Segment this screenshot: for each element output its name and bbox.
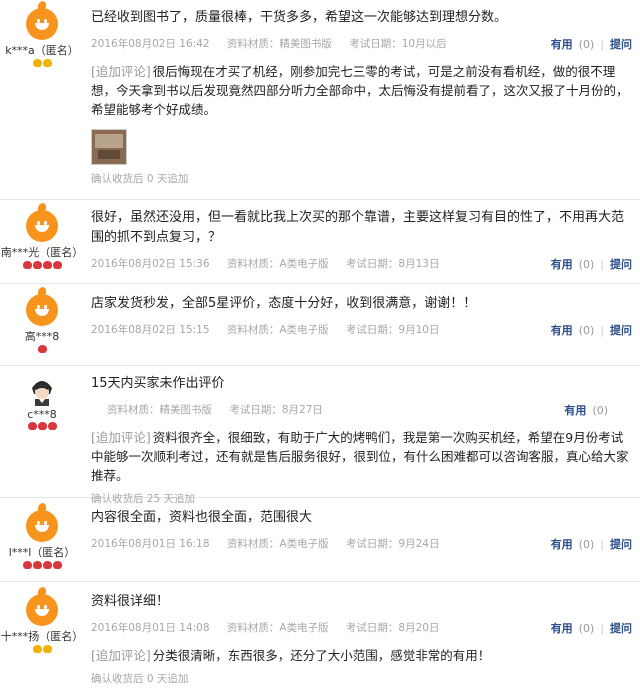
review-date: 2016年08月01日 14:08	[91, 622, 210, 634]
reviewer-block: 高***8	[0, 294, 84, 355]
review-meta: 资料材质：精美图书版 考试日期：8月27日 有用 (0)	[107, 402, 632, 418]
review-item: c***8 15天内买家未作出评价 资料材质：精美图书版 考试日期：8月27日 …	[0, 366, 640, 505]
reviewer-name: k***a（匿名）	[5, 44, 79, 57]
review-text: 很好，虽然还没用，但一看就比我上次买的那个靠谱，主要这样复习有目的性了，不用再大…	[91, 210, 625, 245]
ask-button[interactable]: 提问	[610, 324, 632, 337]
reviewer-level-icon	[0, 59, 84, 69]
avatar[interactable]	[26, 210, 58, 242]
review-date: 2016年08月01日 16:18	[91, 538, 210, 550]
reviewer-level-icon	[0, 561, 84, 571]
useful-button[interactable]: 有用	[564, 404, 586, 417]
reviewer-level-icon	[0, 422, 84, 432]
reviewer-block: 南***光（匿名）	[0, 210, 84, 271]
review-material: 资料材质：精美图书版	[226, 38, 332, 50]
useful-button[interactable]: 有用	[551, 622, 573, 635]
review-text: 15天内买家未作出评价	[91, 376, 225, 391]
reviewer-block: 十***扬（匿名）	[0, 594, 84, 655]
reviewer-level-icon	[0, 261, 84, 271]
reviewer-block: c***8	[0, 374, 84, 432]
useful-count: (0)	[578, 324, 595, 337]
review-material: 资料材质：A类电子版	[226, 538, 329, 550]
review-material: 资料材质：A类电子版	[226, 324, 329, 336]
reviewer-level-icon	[0, 345, 84, 355]
avatar[interactable]	[26, 594, 58, 626]
review-text: 已经收到图书了，质量很棒，干货多多，希望这一次能够达到理想分数。	[91, 10, 508, 25]
appended-text: 资料很齐全，很细致，有助于广大的烤鸭们，我是第一次购买机经，希望在9月份考试中能…	[91, 430, 629, 483]
review-actions: 有用 (0) | 提问	[550, 622, 632, 635]
reviewer-block: l***l（匿名）	[0, 510, 84, 571]
review-meta: 2016年08月01日 16:18 资料材质：A类电子版 考试日期：9月24日 …	[91, 536, 632, 552]
avatar[interactable]	[26, 510, 58, 542]
review-meta: 2016年08月02日 15:15 资料材质：A类电子版 考试日期：9月10日 …	[91, 322, 632, 338]
reviewer-name: 十***扬（匿名）	[0, 630, 84, 643]
review-date: 2016年08月02日 15:15	[91, 324, 210, 336]
review-meta: 2016年08月02日 16:42 资料材质：精美图书版 考试日期：10月以后 …	[91, 36, 632, 52]
review-actions: 有用 (0) | 提问	[550, 538, 632, 551]
review-exam-date: 考试日期：8月13日	[345, 258, 440, 270]
useful-count: (0)	[578, 38, 595, 51]
appended-review: [追加评论] 很后悔现在才买了机经，刚参加完七三零的考试，可是之前没有看机经，做的…	[91, 62, 632, 119]
append-tag: [追加评论]	[91, 648, 151, 663]
review-actions: 有用 (0)	[564, 402, 608, 418]
appended-text: 分类很清晰，东西很多，还分了大小范围，感觉非常的有用！	[152, 648, 491, 663]
reviewer-name: l***l（匿名）	[8, 546, 76, 559]
review-item: 南***光（匿名） 很好，虽然还没用，但一看就比我上次买的那个靠谱，主要这样复习…	[0, 200, 640, 284]
appended-review: [追加评论] 资料很齐全，很细致，有助于广大的烤鸭们，我是第一次购买机经，希望在9…	[91, 428, 632, 485]
useful-button[interactable]: 有用	[551, 38, 573, 51]
review-item: k***a（匿名） 已经收到图书了，质量很棒，干货多多，希望这一次能够达到理想分…	[0, 0, 640, 200]
review-exam-date: 考试日期：10月以后	[349, 38, 447, 50]
avatar[interactable]	[26, 374, 58, 406]
useful-button[interactable]: 有用	[551, 324, 573, 337]
append-tag: [追加评论]	[91, 64, 151, 79]
append-tag: [追加评论]	[91, 430, 151, 445]
review-date: 2016年08月02日 15:36	[91, 258, 210, 270]
ask-button[interactable]: 提问	[610, 38, 632, 51]
ask-button[interactable]: 提问	[610, 538, 632, 551]
review-item: 十***扬（匿名） 资料很详细！ 2016年08月01日 14:08 资料材质：…	[0, 582, 640, 700]
review-item: 高***8 店家发货秒发，全部5星评价，态度十分好，收到很满意，谢谢！！ 201…	[0, 284, 640, 366]
append-confirm-note: 确认收货后 0 天追加	[91, 173, 189, 185]
avatar[interactable]	[26, 294, 58, 326]
review-text: 店家发货秒发，全部5星评价，态度十分好，收到很满意，谢谢！！	[91, 296, 477, 311]
review-exam-date: 考试日期：8月27日	[229, 404, 323, 416]
review-material: 资料材质：A类电子版	[226, 258, 329, 270]
reviewer-block: k***a（匿名）	[0, 8, 84, 69]
useful-count: (0)	[578, 622, 595, 635]
review-meta: 2016年08月01日 14:08 资料材质：A类电子版 考试日期：8月20日 …	[91, 620, 632, 636]
review-actions: 有用 (0) | 提问	[550, 258, 632, 271]
appended-review: [追加评论] 分类很清晰，东西很多，还分了大小范围，感觉非常的有用！	[91, 646, 632, 665]
review-item: l***l（匿名） 内容很全面，资料也很全面，范围很大 2016年08月01日 …	[0, 498, 640, 582]
reviewer-name: 南***光（匿名）	[0, 246, 84, 259]
review-text: 内容很全面，资料也很全面，范围很大	[91, 510, 313, 525]
useful-button[interactable]: 有用	[551, 538, 573, 551]
review-text: 资料很详细！	[91, 594, 170, 609]
useful-count: (0)	[578, 258, 595, 271]
reviewer-level-icon	[0, 645, 84, 655]
appended-text: 很后悔现在才买了机经，刚参加完七三零的考试，可是之前没有看机经，做的很不理想，今…	[91, 64, 629, 117]
review-exam-date: 考试日期：8月20日	[345, 622, 440, 634]
useful-count: (0)	[578, 538, 595, 551]
review-exam-date: 考试日期：9月24日	[345, 538, 440, 550]
reviewer-name: c***8	[27, 408, 57, 421]
review-meta: 2016年08月02日 15:36 资料材质：A类电子版 考试日期：8月13日 …	[91, 256, 632, 272]
avatar[interactable]	[26, 8, 58, 40]
review-actions: 有用 (0) | 提问	[550, 324, 632, 337]
anime-avatar-icon	[26, 374, 58, 406]
review-exam-date: 考试日期：9月10日	[345, 324, 440, 336]
ask-button[interactable]: 提问	[610, 258, 632, 271]
review-photo-thumbnail[interactable]	[91, 129, 127, 165]
review-actions: 有用 (0) | 提问	[550, 38, 632, 51]
review-material: 资料材质：A类电子版	[226, 622, 329, 634]
review-date: 2016年08月02日 16:42	[91, 38, 210, 50]
ask-button[interactable]: 提问	[610, 622, 632, 635]
reviewer-name: 高***8	[24, 330, 60, 343]
append-confirm-note: 确认收货后 0 天追加	[91, 673, 189, 685]
useful-count: (0)	[592, 404, 608, 417]
review-material: 资料材质：精美图书版	[107, 404, 212, 416]
useful-button[interactable]: 有用	[551, 258, 573, 271]
